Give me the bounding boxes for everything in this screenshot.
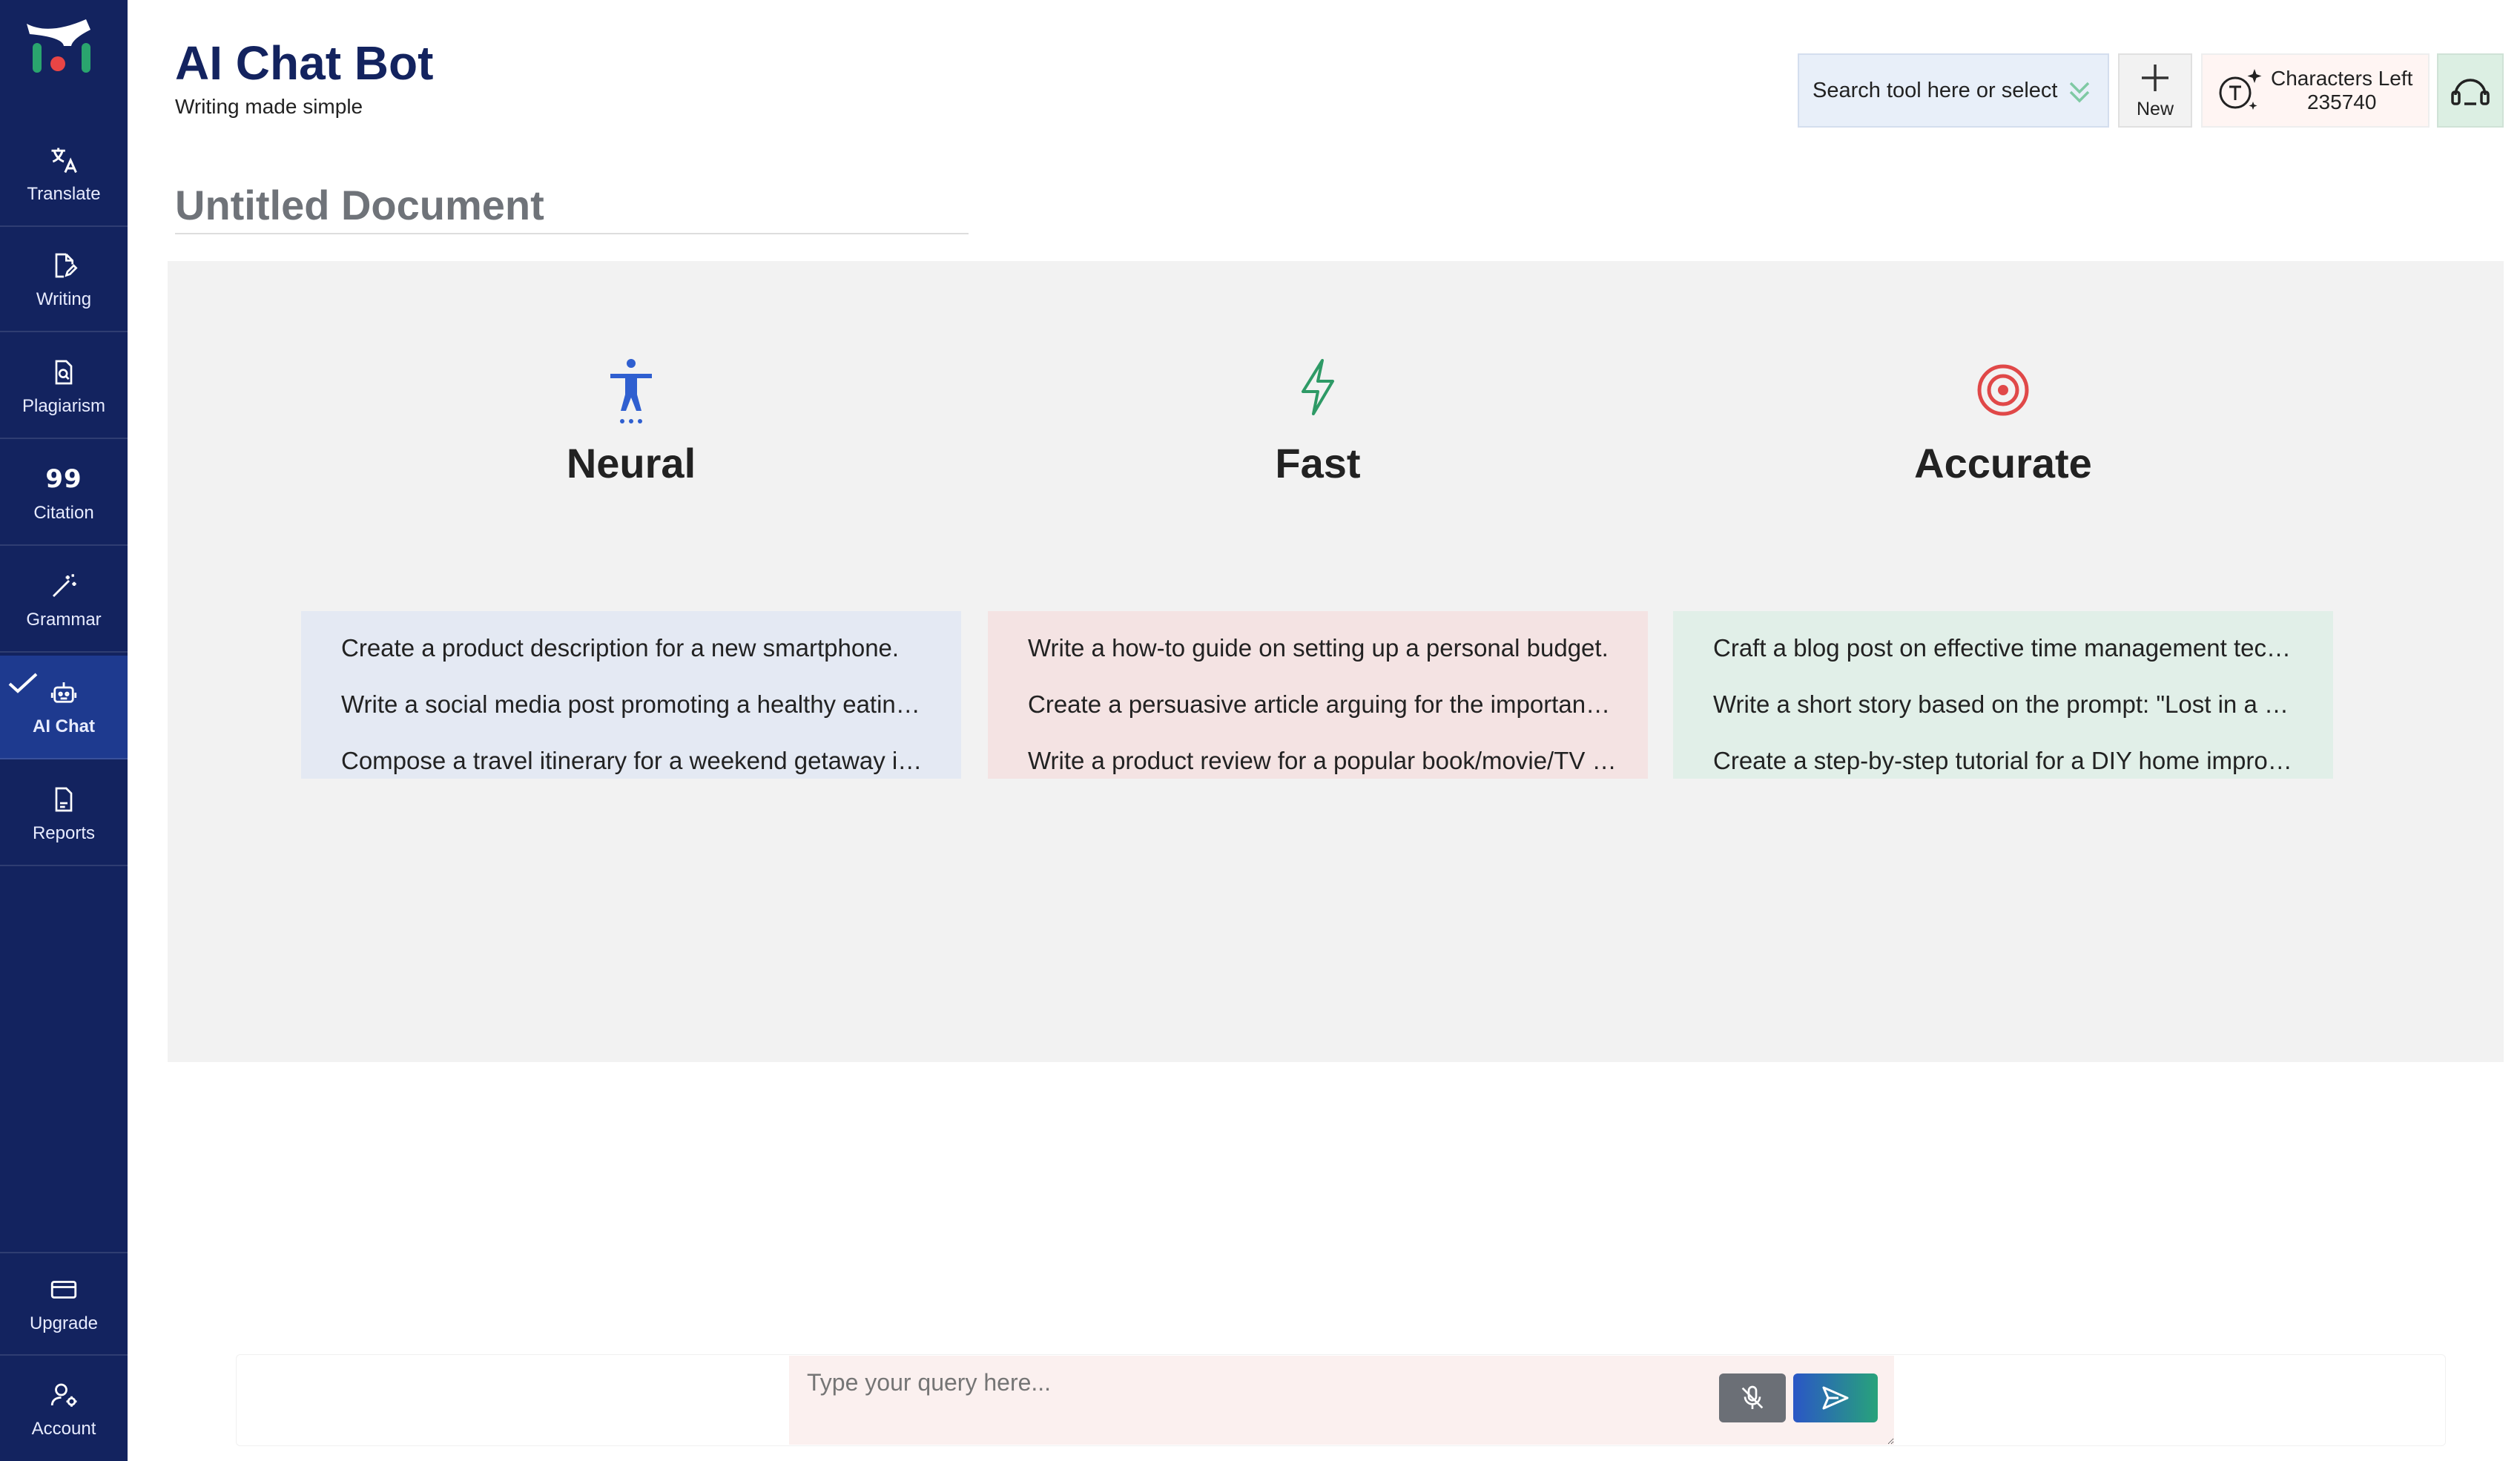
prompt-suggestion[interactable]: Write a how-to guide on setting up a per…: [988, 620, 1648, 676]
quote-icon: 99: [45, 464, 82, 494]
prompt-suggestion[interactable]: Compose a travel itinerary for a weekend…: [301, 733, 961, 789]
magic-wand-icon: [47, 570, 80, 602]
new-button-label: New: [2136, 98, 2174, 119]
sidebar-item-citation[interactable]: 99 Citation: [0, 442, 128, 546]
feature-title: Neural: [566, 440, 696, 487]
document-search-icon: [47, 356, 80, 389]
translate-icon: [47, 144, 80, 177]
sidebar-item-label: Citation: [33, 503, 94, 523]
card-icon: [47, 1273, 80, 1306]
robot-icon: [47, 676, 80, 709]
new-document-button[interactable]: New: [2118, 53, 2192, 128]
accessibility-person-icon: [610, 359, 652, 423]
feature-title: Fast: [1275, 440, 1361, 487]
prompt-suggestion[interactable]: Create a step-by-step tutorial for a DIY…: [1673, 733, 2333, 789]
prompt-panel: Neural Create a product description for …: [168, 261, 2504, 1062]
text-sparkle-icon: [2219, 69, 2262, 110]
send-button[interactable]: [1793, 1373, 1878, 1422]
tool-search-select[interactable]: Search tool here or select: [1798, 53, 2109, 128]
sidebar-item-label: Grammar: [26, 610, 102, 630]
feature-title: Accurate: [1914, 440, 2092, 487]
report-icon: [47, 783, 80, 816]
sidebar-item-label: Account: [31, 1419, 96, 1439]
prompt-list: Write a how-to guide on setting up a per…: [988, 611, 1648, 779]
checkmark-icon: [8, 673, 38, 693]
characters-left-value: 235740: [2306, 90, 2377, 113]
sidebar-item-upgrade[interactable]: Upgrade: [0, 1252, 128, 1356]
characters-left-badge: Characters Left 235740: [2201, 53, 2430, 128]
prompt-suggestion[interactable]: Write a product review for a popular boo…: [988, 733, 1648, 789]
document-title[interactable]: Untitled Document: [175, 181, 969, 234]
prompt-list: Create a product description for a new s…: [301, 611, 961, 779]
sidebar-item-label: Plagiarism: [22, 396, 106, 416]
tool-search-text: Search tool here or select: [1813, 78, 2058, 102]
sidebar-item-label: AI Chat: [33, 716, 95, 736]
headset-support-icon: [2451, 79, 2490, 105]
sidebar: Translate Writing Plagiarism 99 Citation…: [0, 0, 128, 1461]
prompt-suggestion[interactable]: Write a social media post promoting a he…: [301, 676, 961, 733]
page-subtitle: Writing made simple: [175, 95, 363, 118]
plus-icon: [2142, 64, 2168, 91]
sidebar-item-label: Reports: [32, 823, 96, 843]
app-logo-icon[interactable]: [19, 13, 108, 80]
mic-off-icon: [1741, 1385, 1764, 1409]
user-gear-icon: [47, 1379, 80, 1411]
sidebar-item-label: Translate: [27, 184, 101, 204]
sidebar-item-translate[interactable]: Translate: [0, 123, 128, 227]
sidebar-item-writing[interactable]: Writing: [0, 228, 128, 332]
lightning-icon: [1302, 359, 1334, 415]
sidebar-item-label: Writing: [36, 289, 92, 309]
page-title: AI Chat Bot: [175, 36, 434, 90]
double-chevron-down-icon[interactable]: [2066, 77, 2093, 107]
sidebar-item-account[interactable]: Account: [0, 1357, 128, 1461]
send-icon: [1822, 1386, 1849, 1410]
prompt-suggestion[interactable]: Write a short story based on the prompt:…: [1673, 676, 2333, 733]
sidebar-item-ai-chat[interactable]: AI Chat: [0, 656, 128, 759]
prompt-list: Craft a blog post on effective time mana…: [1673, 611, 2333, 779]
document-edit-icon: [47, 249, 80, 282]
sidebar-item-label: Upgrade: [29, 1313, 99, 1333]
characters-left-label: Characters Left: [2271, 67, 2413, 90]
mic-button[interactable]: [1719, 1373, 1786, 1422]
sidebar-item-grammar[interactable]: Grammar: [0, 549, 128, 653]
support-button[interactable]: [2437, 53, 2504, 128]
prompt-suggestion[interactable]: Craft a blog post on effective time mana…: [1673, 620, 2333, 676]
target-icon: [1977, 364, 2029, 416]
sidebar-item-reports[interactable]: Reports: [0, 762, 128, 866]
prompt-suggestion[interactable]: Create a persuasive article arguing for …: [988, 676, 1648, 733]
sidebar-item-plagiarism[interactable]: Plagiarism: [0, 335, 128, 439]
prompt-suggestion[interactable]: Create a product description for a new s…: [301, 620, 961, 676]
